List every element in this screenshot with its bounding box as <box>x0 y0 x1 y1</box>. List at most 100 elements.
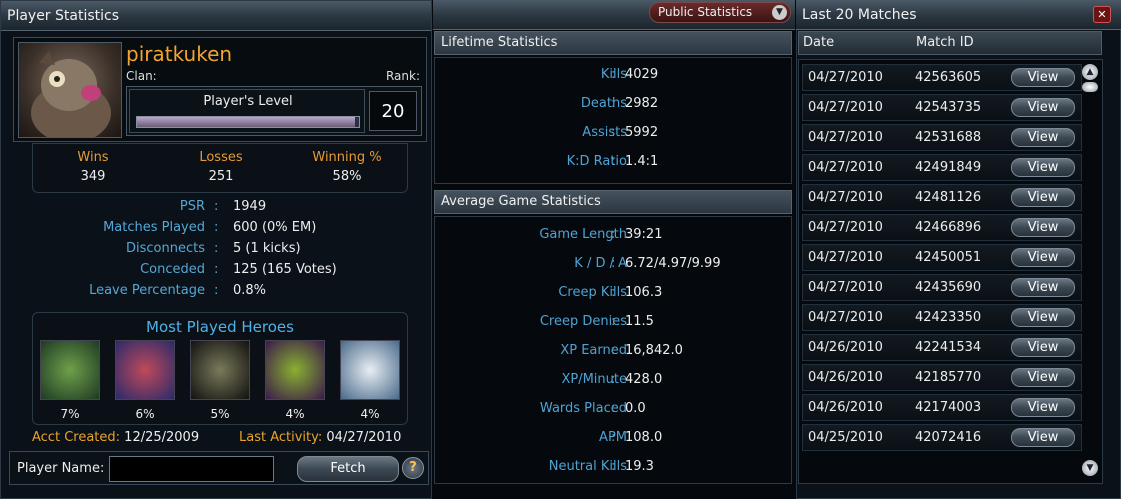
winpct-label: Winning % <box>312 150 382 165</box>
table-row[interactable]: 04/27/2010 42435690 View <box>802 274 1082 301</box>
stat-separator: : <box>611 314 616 329</box>
lifetime-label: K:D Ratio <box>566 154 627 169</box>
stat-row: Matches Played:600 (0% EM) <box>1 220 431 241</box>
match-date: 04/27/2010 <box>808 130 883 145</box>
level-progress-bar <box>136 116 360 128</box>
hero-pct: 6% <box>135 407 155 421</box>
stat-separator: : <box>214 262 219 277</box>
view-button[interactable]: View <box>1011 98 1075 117</box>
dropdown-value: Public Statistics <box>658 5 753 19</box>
table-row[interactable]: 04/27/2010 42481126 View <box>802 184 1082 211</box>
average-value: 428.0 <box>625 372 663 387</box>
wins-stat: Wins 349 <box>33 150 153 184</box>
matches-list: 04/27/2010 42563605 View 04/27/2010 4254373… <box>798 59 1103 484</box>
view-button[interactable]: View <box>1011 188 1075 207</box>
match-date: 04/27/2010 <box>808 190 883 205</box>
table-row[interactable]: 04/26/2010 42241534 View <box>802 334 1082 361</box>
table-row[interactable]: 04/27/2010 42563605 View <box>802 64 1082 91</box>
losses-stat: Losses 251 <box>161 150 281 184</box>
view-button[interactable]: View <box>1011 338 1075 357</box>
matches-scrollbar[interactable]: ▲ ▼ <box>1082 62 1099 480</box>
table-row[interactable]: 04/27/2010 42543735 View <box>802 94 1082 121</box>
stat-separator: : <box>214 220 219 235</box>
stats-view-dropdown[interactable]: Public Statistics ▼ <box>649 2 791 23</box>
losses-label: Losses <box>199 150 243 165</box>
player-name-input[interactable] <box>109 456 274 482</box>
table-row[interactable]: 04/27/2010 42466896 View <box>802 214 1082 241</box>
match-date: 04/27/2010 <box>808 280 883 295</box>
account-created-value: 12/25/2009 <box>124 430 200 445</box>
view-button[interactable]: View <box>1011 158 1075 177</box>
match-id: 42481126 <box>915 190 982 205</box>
stat-separator: : <box>611 285 616 300</box>
fetch-button[interactable]: Fetch <box>297 456 399 482</box>
level-box: Player's Level 20 <box>126 86 422 136</box>
goblin-hero-portrait-icon[interactable] <box>40 340 100 400</box>
stat-value: 125 (165 Votes) <box>233 262 337 277</box>
account-created: Acct Created: 12/25/2009 <box>32 430 199 445</box>
date-column-header: Date <box>803 35 835 50</box>
average-label: XP Earned <box>560 343 627 358</box>
view-button[interactable]: View <box>1011 128 1075 147</box>
stat-label: Leave Percentage <box>89 283 205 298</box>
table-row[interactable]: 04/27/2010 42531688 View <box>802 124 1082 151</box>
vampire-hero-portrait-icon[interactable] <box>115 340 175 400</box>
average-label: K / D / A <box>574 256 627 271</box>
view-button[interactable]: View <box>1011 218 1075 237</box>
heroes-title: Most Played Heroes <box>146 318 294 336</box>
hero-pct: 4% <box>360 407 380 421</box>
match-id: 42174003 <box>915 400 982 415</box>
stat-separator: : <box>214 241 219 256</box>
table-row[interactable]: 04/25/2010 42072416 View <box>802 424 1082 451</box>
last-activity-label: Last Activity: <box>239 430 323 445</box>
stat-separator: : <box>611 125 616 140</box>
close-icon[interactable]: ✕ <box>1093 6 1111 23</box>
level-progress-container: Player's Level <box>129 89 365 133</box>
player-card: piratkuken Clan: Rank: Player's Level 20 <box>13 37 427 142</box>
winpct-value: 58% <box>332 169 362 184</box>
stat-row: Leave Percentage:0.8% <box>1 283 431 304</box>
view-button[interactable]: View <box>1011 398 1075 417</box>
stat-row: Conceded:125 (165 Votes) <box>1 262 431 283</box>
match-id: 42563605 <box>915 70 982 85</box>
view-button[interactable]: View <box>1011 278 1075 297</box>
match-id: 42435690 <box>915 280 982 295</box>
match-date: 04/27/2010 <box>808 160 883 175</box>
stat-row: Disconnects:5 (1 kicks) <box>1 241 431 262</box>
view-button[interactable]: View <box>1011 68 1075 87</box>
stat-label: Conceded <box>140 262 205 277</box>
matches-titlebar: Last 20 Matches ✕ <box>796 0 1121 30</box>
average-value: 0.0 <box>625 401 646 416</box>
undead-hero-portrait-icon[interactable] <box>190 340 250 400</box>
match-id: 42466896 <box>915 220 982 235</box>
scroll-down-icon[interactable]: ▼ <box>1082 460 1098 476</box>
match-id: 42491849 <box>915 160 982 175</box>
help-icon[interactable]: ? <box>402 457 424 479</box>
view-button[interactable]: View <box>1011 368 1075 387</box>
table-row[interactable]: 04/27/2010 42450051 View <box>802 244 1082 271</box>
frost-hero-portrait-icon[interactable] <box>340 340 400 400</box>
view-button[interactable]: View <box>1011 428 1075 447</box>
stat-separator: : <box>611 154 616 169</box>
average-value: 6.72/4.97/9.99 <box>625 256 721 271</box>
player-avatar <box>18 42 122 138</box>
average-stats-box: Game Length:39:21 K / D / A:6.72/4.97/9.… <box>434 216 792 484</box>
view-button[interactable]: View <box>1011 308 1075 327</box>
table-row[interactable]: 04/27/2010 42491849 View <box>802 154 1082 181</box>
table-row[interactable]: 04/26/2010 42185770 View <box>802 364 1082 391</box>
beast-hero-portrait-icon[interactable] <box>265 340 325 400</box>
match-id: 42531688 <box>915 130 982 145</box>
last-activity: Last Activity: 04/27/2010 <box>239 430 401 445</box>
wins-label: Wins <box>77 150 109 165</box>
stat-separator: : <box>611 67 616 82</box>
average-value: 16,842.0 <box>625 343 683 358</box>
scroll-thumb[interactable] <box>1082 82 1098 92</box>
lifetime-value: 5992 <box>625 125 659 140</box>
table-row[interactable]: 04/26/2010 42174003 View <box>802 394 1082 421</box>
view-button[interactable]: View <box>1011 248 1075 267</box>
average-value: 106.3 <box>625 285 663 300</box>
scroll-up-icon[interactable]: ▲ <box>1082 64 1098 80</box>
table-row[interactable]: 04/27/2010 42423350 View <box>802 304 1082 331</box>
match-date: 04/27/2010 <box>808 310 883 325</box>
match-date: 04/27/2010 <box>808 250 883 265</box>
